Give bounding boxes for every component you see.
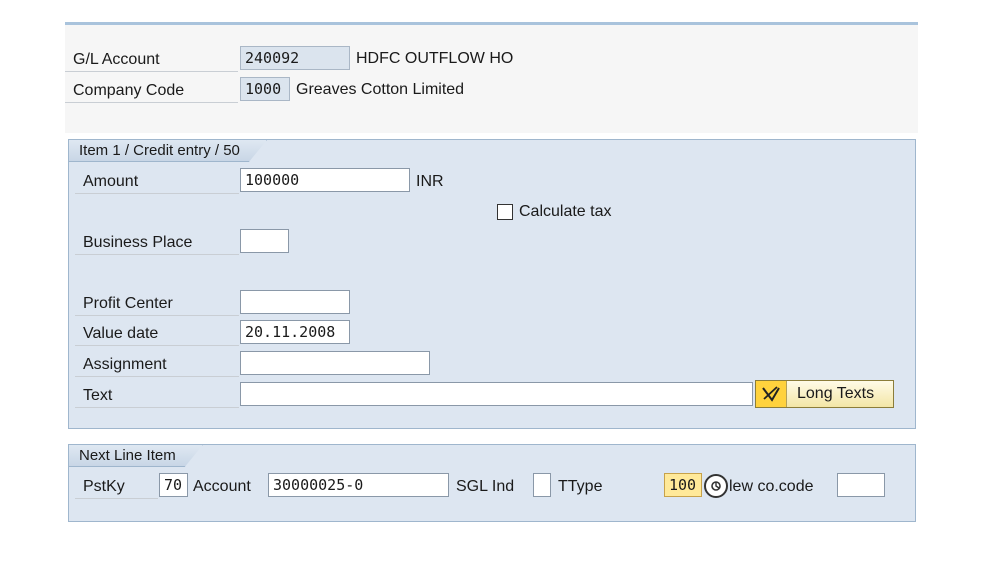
gl-account-label: G/L Account bbox=[65, 48, 238, 72]
sgl-indicator-field[interactable] bbox=[533, 473, 551, 497]
next-line-item-title: Next Line Item bbox=[69, 445, 203, 467]
transaction-type-label: TType bbox=[558, 478, 603, 495]
value-date-label: Value date bbox=[75, 322, 239, 346]
company-code-description: Greaves Cotton Limited bbox=[296, 81, 465, 98]
amount-label: Amount bbox=[75, 170, 239, 194]
text-label: Text bbox=[75, 384, 239, 408]
text-field[interactable] bbox=[240, 382, 753, 406]
assignment-label: Assignment bbox=[75, 353, 239, 377]
amount-field[interactable]: 100000 bbox=[240, 168, 410, 192]
calculate-tax-checkbox[interactable] bbox=[497, 204, 513, 220]
mouse-cursor-icon bbox=[704, 474, 728, 498]
gl-account-field[interactable]: 240092 bbox=[240, 46, 350, 70]
gl-account-description: HDFC OUTFLOW HO bbox=[356, 50, 514, 67]
profit-center-label: Profit Center bbox=[75, 292, 239, 316]
calculate-tax-label: Calculate tax bbox=[519, 203, 612, 220]
transaction-type-field[interactable]: 100 bbox=[664, 473, 702, 497]
new-company-code-field[interactable] bbox=[837, 473, 885, 497]
currency-label: INR bbox=[416, 173, 444, 190]
new-company-code-label: lew co.code bbox=[729, 478, 814, 495]
posting-key-label: PstKy bbox=[75, 475, 158, 499]
account-label: Account bbox=[193, 478, 251, 495]
account-field[interactable]: 30000025-0 bbox=[268, 473, 449, 497]
long-texts-label: Long Texts bbox=[797, 385, 875, 402]
posting-key-field[interactable]: 70 bbox=[159, 473, 188, 497]
profit-center-field[interactable] bbox=[240, 290, 350, 314]
assignment-field[interactable] bbox=[240, 351, 430, 375]
business-place-label: Business Place bbox=[75, 231, 239, 255]
item-panel-title: Item 1 / Credit entry / 50 bbox=[69, 140, 267, 162]
business-place-field[interactable] bbox=[240, 229, 289, 253]
company-code-label: Company Code bbox=[65, 79, 238, 103]
value-date-field[interactable]: 20.11.2008 bbox=[240, 320, 350, 344]
pencil-note-icon bbox=[756, 381, 787, 407]
long-texts-button[interactable]: Long Texts bbox=[755, 380, 894, 408]
company-code-field[interactable]: 1000 bbox=[240, 77, 290, 101]
sgl-indicator-label: SGL Ind bbox=[456, 478, 515, 495]
